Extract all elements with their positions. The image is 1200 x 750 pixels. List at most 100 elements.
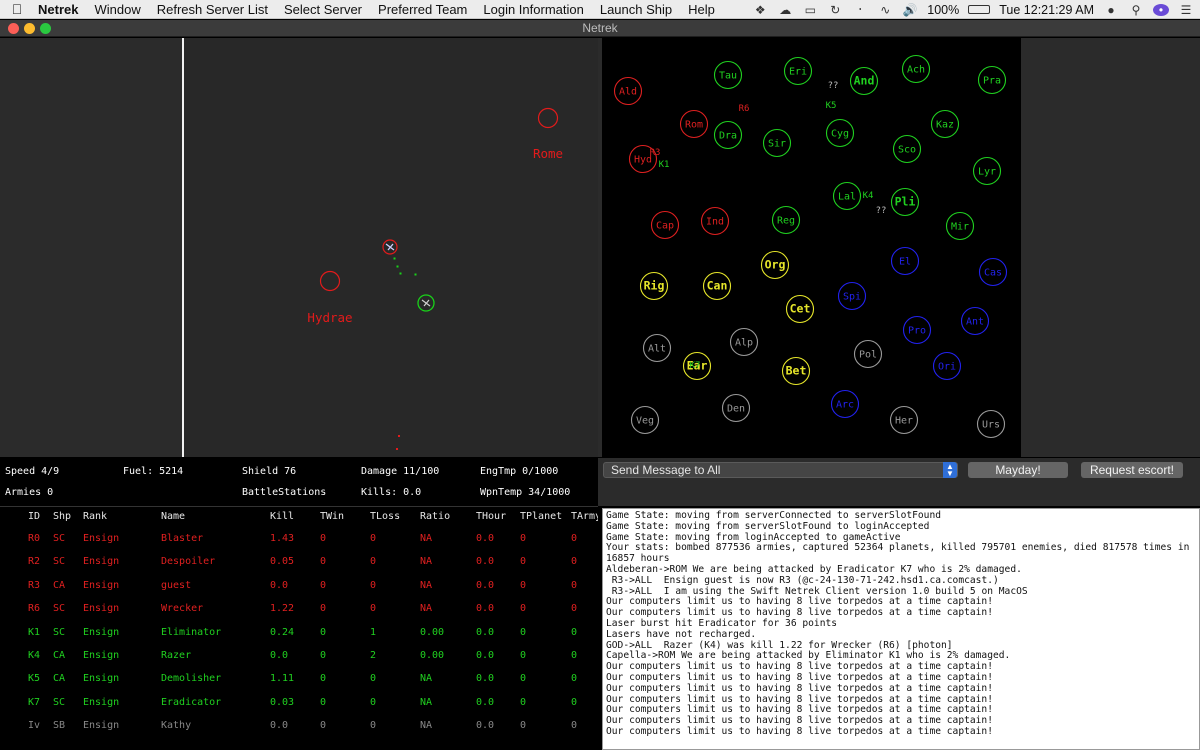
user-icon[interactable]: ● [1103,3,1119,17]
player-cell-name: Razer [161,650,192,661]
battery-percent: 100% [927,2,960,17]
player-cell-tarmy: 0 [571,533,578,544]
apple-menu-icon[interactable]:  [0,1,34,17]
galactic-planet-urs-label: Urs [982,420,1000,431]
tactical-map[interactable]: Rome Hydrae [182,38,598,457]
galactic-planet-veg-label: Veg [636,416,654,427]
menu-window[interactable]: Window [86,2,148,17]
galactic-planet-kaz-label: Kaz [936,120,954,131]
menu-select-server[interactable]: Select Server [276,2,370,17]
timemachine-icon[interactable]: ↻ [827,3,843,17]
player-cell-ratio: NA [420,673,433,685]
ship-marker-k1[interactable]: K1 [659,160,670,170]
column-header-tloss[interactable]: TLoss [370,511,400,522]
volume-icon[interactable]: 🔊 [902,3,918,17]
siri-icon[interactable]: • [1153,3,1169,17]
battery-icon[interactable] [968,5,991,14]
column-header-tarmy[interactable]: TArmy [571,511,598,522]
menubar-clock[interactable]: Tue 12:21:29 AM [999,3,1094,17]
menu-preferred-team[interactable]: Preferred Team [370,2,475,17]
menu-help[interactable]: Help [680,2,723,17]
column-header-id[interactable]: ID [28,511,40,522]
enemy-ship-r6[interactable] [382,239,398,255]
player-cell-id: K5 [28,673,41,685]
player-cell-tarmy: 0 [571,720,578,732]
player-cell-id: K7 [28,696,41,708]
damage-readout: Damage 11/100 [361,466,440,477]
player-cell-ship: CA [53,673,66,685]
log-line: R3->ALL Ensign guest is now R3 (@c-24-13… [606,574,999,586]
player-cell-tplanet: 0 [520,556,527,568]
player-cell-twin: 0 [320,533,327,544]
player-cell-tplanet: 0 [520,696,527,708]
message-log[interactable]: Game State: moving from serverConnected … [602,508,1200,750]
column-header-tplanet[interactable]: TPlanet [520,511,562,522]
column-header-thour[interactable]: THour [476,511,506,522]
player-cell-id: K4 [28,650,41,661]
ship-marker-k5[interactable]: K5 [826,101,837,111]
galactic-planet-pro-label: Pro [908,326,926,337]
player-cell-ship: SC [53,533,66,544]
galactic-planet-pol-label: Pol [859,350,877,361]
ship-marker-r6[interactable]: R6 [739,104,750,114]
airplay-icon[interactable]: ▭ [802,3,818,17]
request-escort-button[interactable]: Request escort! [1081,462,1183,478]
galactic-planet-spi-label: Spi [843,292,861,303]
player-list: ID Shp Rank Name Kill TWin TLoss Ratio THour TPla… [0,506,598,750]
own-ship-k1[interactable] [417,294,435,312]
player-cell-kill: 0.0 [270,720,289,732]
player-cell-kill: 0.05 [270,556,295,568]
own-ship-icon [421,299,431,307]
player-cell-id: Iv [28,720,41,732]
tactical-map-canvas[interactable]: Rome Hydrae [184,38,598,457]
notification-center-icon[interactable]: ☰ [1178,3,1194,17]
galactic-planet-rom-label: Rom [685,120,703,131]
galactic-map[interactable]: Ald Tau Eri And Ach Pra Rom Dra Sir Cyg Kaz Sco Hyd L… [602,38,1021,457]
ship-marker-r3[interactable]: R3 [650,148,661,158]
player-cell-thour: 0.0 [476,696,495,708]
unknown-ship-marker[interactable]: ?? [828,81,839,91]
galactic-map-canvas[interactable]: AldTau EriAndAchPraRomDraSirCygKazScoHydL… [602,38,1021,457]
player-cell-tloss: 0 [370,603,377,615]
galactic-planet-alt-label: Alt [648,344,666,355]
player-cell-ship: SC [53,696,66,708]
planet-hydrae-icon[interactable] [319,270,341,292]
player-cell-tloss: 0 [370,579,377,591]
menu-refresh-server-list[interactable]: Refresh Server List [149,2,276,17]
player-cell-kill: 0.0 [270,650,289,661]
galactic-planet-ald-label: Ald [619,87,637,98]
bluetooth-icon[interactable]: ᛫ [852,3,868,17]
player-cell-tarmy: 0 [571,696,578,708]
column-header-ratio[interactable]: Ratio [420,511,450,522]
enemy-torpedo [396,448,398,450]
planet-rome-icon[interactable] [537,107,559,129]
dropbox-icon[interactable]: ❖ [752,3,768,17]
unknown-ship-marker[interactable]: ?? [876,206,887,216]
player-cell-tplanet: 0 [520,603,527,615]
ship-marker-k7[interactable]: K7 [690,361,701,371]
column-header-ship[interactable]: Shp [53,511,71,522]
galactic-planet-el-label: El [899,257,911,268]
player-cell-tarmy: 0 [571,673,578,685]
app-menu[interactable]: Netrek [34,2,86,17]
menu-login-information[interactable]: Login Information [475,2,591,17]
player-cell-rank: Ensign [83,626,120,638]
cloud-icon[interactable]: ☁ [777,3,793,17]
player-cell-tarmy: 0 [571,579,578,591]
wifi-icon[interactable]: ∿ [877,3,893,17]
column-header-kill[interactable]: Kill [270,511,294,522]
spotlight-search-icon[interactable]: ⚲ [1128,3,1144,17]
player-cell-ship: SC [53,626,66,638]
galactic-planet-sco-label: Sco [898,145,916,156]
player-cell-kill: 0.03 [270,696,295,708]
column-header-twin[interactable]: TWin [320,511,344,522]
mayday-button[interactable]: Mayday! [968,462,1068,478]
column-header-name[interactable]: Name [161,511,185,522]
ship-marker-k4[interactable]: K4 [863,191,874,201]
player-cell-name: Eliminator [161,626,222,638]
player-cell-twin: 0 [320,603,327,615]
column-header-rank[interactable]: Rank [83,511,107,522]
player-cell-twin: 0 [320,626,327,638]
menu-launch-ship[interactable]: Launch Ship [592,2,680,17]
message-recipient-select[interactable]: Send Message to All ▲ ▼ [603,462,958,478]
